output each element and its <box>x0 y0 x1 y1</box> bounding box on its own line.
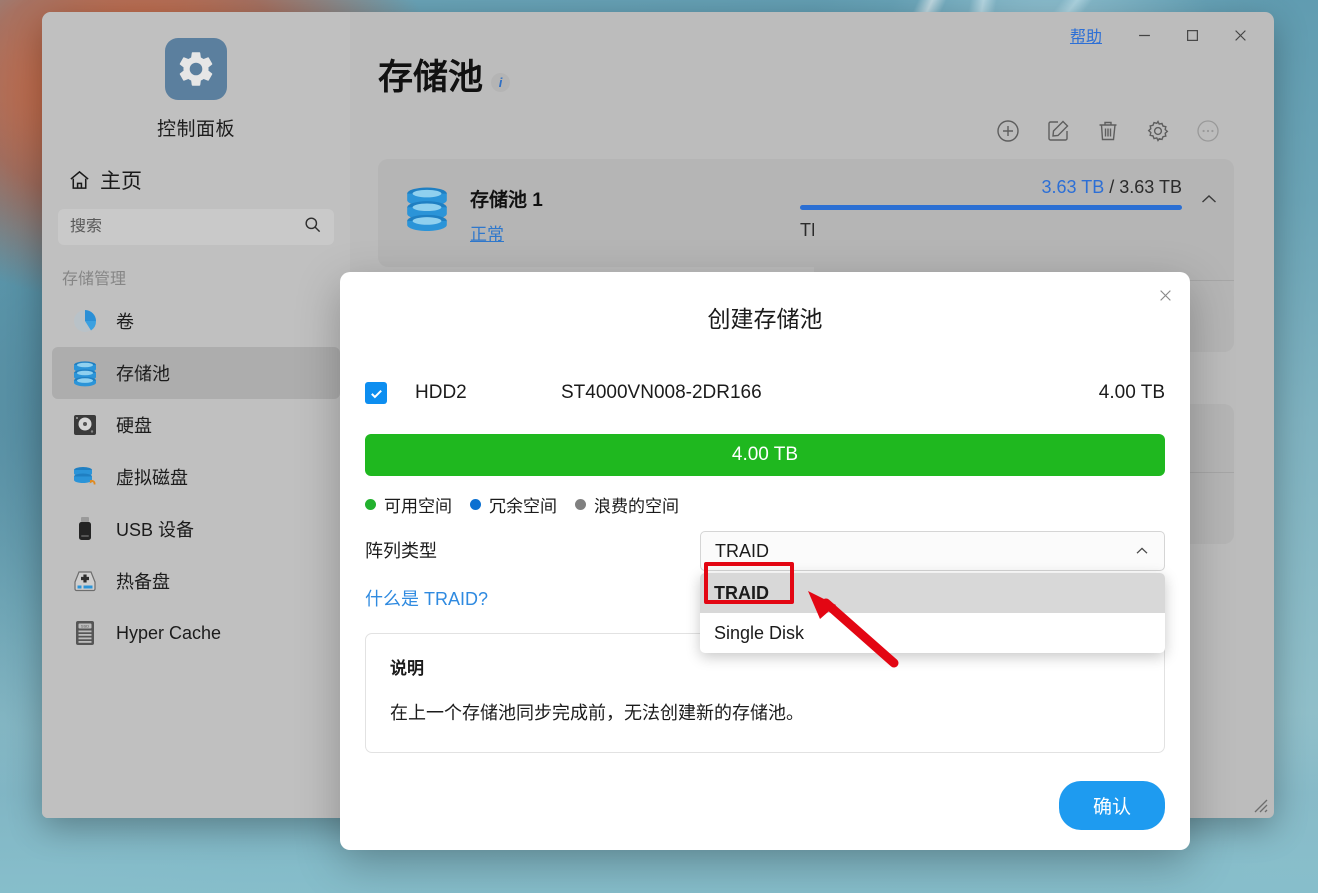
confirm-button[interactable]: 确认 <box>1058 781 1165 830</box>
sidebar-item-label: 卷 <box>116 312 134 332</box>
window-resize-grip[interactable] <box>1250 795 1268 813</box>
hot-spare-icon <box>70 566 100 596</box>
info-icon[interactable]: i <box>491 73 511 92</box>
gear-icon <box>165 38 227 100</box>
pool-capacity-separator: / <box>1109 177 1115 197</box>
pie-chart-icon <box>70 306 100 336</box>
sidebar-item-label: USB 设备 <box>116 520 195 540</box>
array-type-label: 阵列类型 <box>365 541 437 561</box>
home-icon <box>68 169 91 192</box>
more-options-icon <box>1194 117 1222 145</box>
note-text: 在上一个存储池同步完成前，无法创建新的存储池。 <box>390 703 804 723</box>
page-toolbar <box>350 95 1274 145</box>
sidebar-item-hot-spare[interactable]: 热备盘 <box>52 555 340 607</box>
array-type-option-traid[interactable]: TRAID <box>700 573 1165 613</box>
minimize-icon[interactable] <box>1122 19 1166 51</box>
sidebar-item-home[interactable]: 主页 <box>68 165 350 195</box>
array-type-select[interactable]: TRAID <box>700 531 1165 571</box>
pool-status-link[interactable]: 正常 <box>470 220 504 245</box>
legend-item-wasted: 浪费的空间 <box>575 492 679 517</box>
search-box[interactable] <box>58 209 334 245</box>
search-icon[interactable] <box>303 215 322 239</box>
disk-size: 4.00 TB <box>1098 382 1165 403</box>
maximize-icon[interactable] <box>1170 19 1214 51</box>
edit-square-icon[interactable] <box>1044 117 1072 145</box>
legend-label: 可用空间 <box>384 497 452 516</box>
database-stack-icon <box>70 358 100 388</box>
sidebar-item-usb-device[interactable]: USB 设备 <box>52 503 340 555</box>
sidebar-item-label: 虚拟磁盘 <box>116 468 188 488</box>
hard-disk-icon <box>70 410 100 440</box>
array-type-value: TRAID <box>715 540 769 561</box>
ssd-cache-icon: SSD <box>70 618 100 648</box>
sidebar: 控制面板 主页 存储管理 卷 <box>42 12 350 818</box>
sidebar-item-label: Hyper Cache <box>116 622 222 643</box>
legend-label: 冗余空间 <box>489 497 557 516</box>
legend-dot-redundant <box>470 499 481 510</box>
close-icon[interactable] <box>1154 284 1176 306</box>
database-stack-icon <box>400 181 454 235</box>
window-titlebar: 帮助 <box>1070 12 1274 58</box>
legend-dot-available <box>365 499 376 510</box>
note-title: 说明 <box>390 659 424 678</box>
sidebar-group-label: 存储管理 <box>62 271 127 288</box>
array-type-select-wrap: TRAID TRAID Single Disk <box>700 531 1165 653</box>
disk-row: HDD2 ST4000VN008-2DR166 4.00 TB <box>365 382 1165 404</box>
allocation-bar: 4.00 TB <box>365 434 1165 476</box>
legend-label: 浪费的空间 <box>594 497 679 516</box>
virtual-disk-icon <box>70 462 100 492</box>
legend-item-available: 可用空间 <box>365 492 452 517</box>
sidebar-item-label: 热备盘 <box>116 572 170 592</box>
what-is-traid-link[interactable]: 什么是 TRAID? <box>365 585 488 611</box>
trash-icon[interactable] <box>1094 117 1122 145</box>
array-type-dropdown-menu: TRAID Single Disk <box>700 573 1165 653</box>
create-storage-pool-dialog: 创建存储池 HDD2 ST4000VN008-2DR166 4.00 TB 4.… <box>340 272 1190 850</box>
pool-used: 3.63 TB <box>1041 177 1105 197</box>
sidebar-item-volumes[interactable]: 卷 <box>52 295 340 347</box>
dialog-title: 创建存储池 <box>707 306 823 332</box>
plus-circle-icon[interactable] <box>994 117 1022 145</box>
sidebar-item-storage-pool[interactable]: 存储池 <box>52 347 340 399</box>
sidebar-item-label: 存储池 <box>116 364 170 384</box>
legend-item-redundant: 冗余空间 <box>470 492 557 517</box>
svg-text:SSD: SSD <box>81 624 89 629</box>
legend-dot-wasted <box>575 499 586 510</box>
sidebar-home-label: 主页 <box>100 170 142 193</box>
allocation-bar-label: 4.00 TB <box>731 444 799 465</box>
usb-drive-icon <box>70 514 100 544</box>
array-type-option-single-disk[interactable]: Single Disk <box>700 613 1165 653</box>
dialog-footer: 确认 <box>1058 781 1165 830</box>
capacity-legend: 可用空间 冗余空间 浪费的空间 <box>365 492 1165 517</box>
sidebar-item-hard-disk[interactable]: 硬盘 <box>52 399 340 451</box>
array-type-left: 阵列类型 什么是 TRAID? <box>365 531 700 611</box>
gear-icon[interactable] <box>1144 117 1172 145</box>
chevron-up-icon[interactable] <box>1198 189 1220 211</box>
disk-model: ST4000VN008-2DR166 <box>561 382 762 403</box>
disk-name: HDD2 <box>415 382 467 403</box>
array-type-row: 阵列类型 什么是 TRAID? TRAID TRAID Single Disk <box>365 531 1165 653</box>
pool-info: 存储池 1 正常 <box>470 175 800 245</box>
page-title: 存储池 <box>378 58 484 97</box>
pool-capacity: 3.63 TB / 3.63 TB <box>800 177 1182 198</box>
disk-checkbox[interactable] <box>365 382 387 404</box>
close-icon[interactable] <box>1218 19 1262 51</box>
app-title: 控制面板 <box>156 119 235 140</box>
pool-name: 存储池 1 <box>470 190 543 211</box>
pool-usage-bar <box>800 205 1182 210</box>
search-input[interactable] <box>70 218 303 236</box>
help-link[interactable]: 帮助 <box>1070 23 1102 47</box>
sidebar-item-label: 硬盘 <box>116 416 152 436</box>
pool-total: 3.63 TB <box>1119 177 1182 197</box>
sidebar-item-virtual-disk[interactable]: 虚拟磁盘 <box>52 451 340 503</box>
chevron-up-icon[interactable] <box>1134 543 1150 559</box>
sidebar-item-hyper-cache[interactable]: SSD Hyper Cache <box>52 607 340 659</box>
